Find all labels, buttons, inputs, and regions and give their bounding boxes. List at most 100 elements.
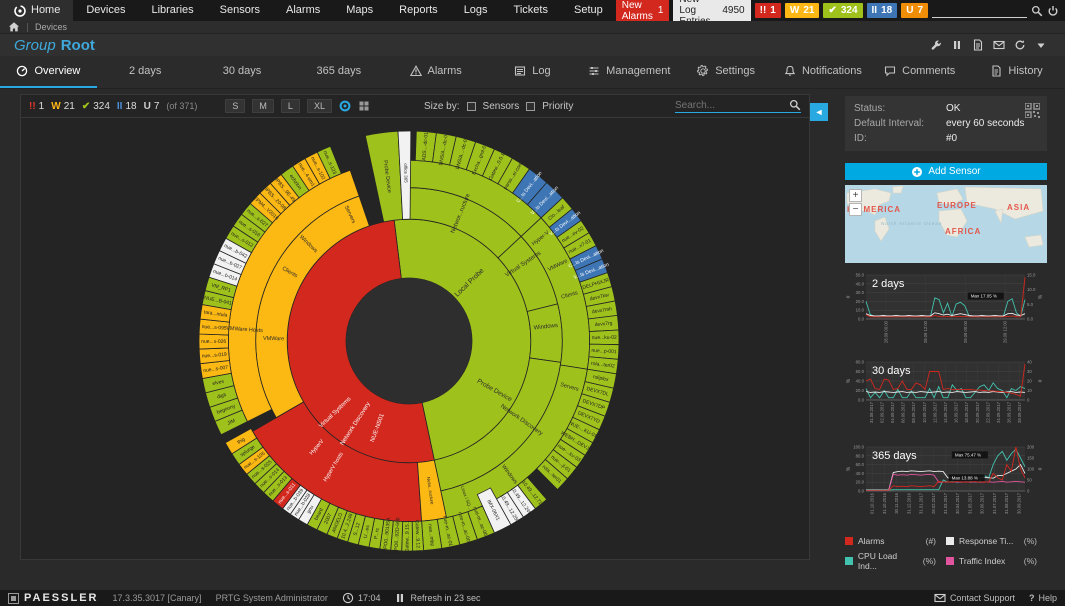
map-zoom-in-button[interactable]: +	[849, 189, 862, 202]
sunburst-center[interactable]	[346, 278, 472, 404]
tree-search-icon[interactable]	[789, 99, 801, 111]
svg-text:%: %	[846, 466, 852, 471]
sidebar-toggle-button[interactable]: ◄	[810, 103, 828, 121]
status-panel: Status:OK Default Interval:every 60 seco…	[845, 96, 1047, 151]
badge-up[interactable]: ✔ 324	[823, 3, 862, 18]
svg-text:#: #	[1038, 379, 1044, 382]
logout-icon[interactable]	[1047, 5, 1059, 17]
svg-text:31.05.2017: 31.05.2017	[967, 492, 972, 514]
breadcrumb-devices[interactable]: Devices	[35, 22, 67, 32]
tab-comments[interactable]: Comments	[871, 56, 968, 88]
graph-2-days[interactable]: 50.040.030.020.010.00.015.010.05.00.028.…	[845, 269, 1047, 350]
global-search-input[interactable]	[932, 4, 1027, 18]
tab-overview[interactable]: Overview	[0, 56, 97, 88]
tab-365-days[interactable]: 365 days	[290, 56, 387, 88]
svg-text:0.0: 0.0	[1027, 317, 1034, 322]
badge-down[interactable]: !! 1	[755, 3, 781, 18]
nav-logs[interactable]: Logs	[451, 0, 501, 21]
version-text: 17.3.35.3017 [Canary]	[112, 593, 201, 603]
report-icon[interactable]	[972, 39, 984, 51]
count-unusual[interactable]: U7	[144, 101, 160, 112]
tab-management[interactable]: Management	[581, 56, 678, 88]
count-down[interactable]: !!1	[29, 101, 44, 112]
sunburst-chart[interactable]: ADS...-dc-01DNS/A...-dc-01DNS/A...-dc-02…	[21, 119, 809, 557]
sunburst-view-icon[interactable]	[339, 100, 351, 112]
size-s-button[interactable]: S	[225, 99, 245, 113]
map-label-ocean: North Atlantic Ocean	[881, 221, 942, 226]
priority-checkbox[interactable]	[526, 102, 535, 111]
wrench-icon[interactable]	[930, 39, 942, 51]
size-xl-button[interactable]: XL	[307, 99, 332, 113]
sensors-checkbox[interactable]	[467, 102, 476, 111]
size-m-button[interactable]: M	[252, 99, 274, 113]
svg-text:40.0: 40.0	[856, 471, 865, 476]
sunburst-label: nue...ku-02	[592, 335, 617, 341]
paessler-brand[interactable]: PAESSLER	[8, 592, 98, 604]
sliders-icon	[588, 65, 600, 77]
tab-30-days[interactable]: 30 days	[194, 56, 291, 88]
nav-setup[interactable]: Setup	[561, 0, 616, 21]
sensors-checkbox-label: Sensors	[483, 101, 520, 112]
count-up[interactable]: ✔324	[82, 101, 110, 112]
svg-text:5.0: 5.0	[1027, 302, 1034, 307]
tab-history[interactable]: History	[968, 56, 1065, 88]
help-link[interactable]: ? Help	[1029, 593, 1057, 603]
search-icon[interactable]	[1031, 5, 1043, 17]
badge-paused[interactable]: II 18	[867, 3, 898, 18]
email-icon[interactable]	[993, 39, 1005, 51]
prtg-logo-icon	[13, 4, 26, 17]
tab-notifications[interactable]: Notifications	[775, 56, 872, 88]
graph-legend: Alarms (#) Response Ti... (%) CPU Load I…	[845, 536, 1047, 571]
sunburst-label: office 365	[403, 163, 408, 183]
contact-support-link[interactable]: Contact Support	[934, 592, 1015, 604]
count-warning[interactable]: W21	[51, 101, 75, 112]
svg-text:#: #	[846, 295, 852, 298]
size-l-button[interactable]: L	[281, 99, 300, 113]
refresh-icon[interactable]	[1014, 39, 1026, 51]
check-icon: ✔	[828, 5, 836, 16]
nav-sensors[interactable]: Sensors	[207, 0, 273, 21]
sunburst-segment[interactable]	[527, 304, 562, 362]
svg-text:0.0: 0.0	[858, 489, 865, 494]
legend-traffic-index: Traffic Index (%)	[946, 551, 1047, 571]
tab-log[interactable]: Log	[484, 56, 581, 88]
pause-icon[interactable]	[951, 39, 963, 51]
nav-devices[interactable]: Devices	[73, 0, 138, 21]
bell-icon	[784, 65, 796, 77]
top-navigation: Home Devices Libraries Sensors Alarms Ma…	[0, 0, 1065, 21]
qr-code-icon[interactable]	[1025, 103, 1040, 118]
svg-text:31.08.2017: 31.08.2017	[1004, 492, 1009, 514]
new-log-count: 4950	[722, 5, 744, 16]
nav-maps[interactable]: Maps	[333, 0, 386, 21]
paessler-logo-icon	[8, 593, 19, 604]
chevron-down-icon[interactable]	[1035, 39, 1047, 51]
grid-view-icon[interactable]	[358, 100, 370, 112]
tab-settings[interactable]: Settings	[678, 56, 775, 88]
svg-text:80.0: 80.0	[856, 360, 865, 365]
tree-search-input[interactable]	[675, 100, 785, 111]
map-label-europe: EUROPE	[937, 201, 977, 210]
nav-libraries[interactable]: Libraries	[138, 0, 206, 21]
graph-365-days[interactable]: 100.080.060.040.020.00.020015010050001.1…	[845, 441, 1047, 534]
interval-value: every 60 seconds	[946, 118, 1024, 129]
map-zoom-out-button[interactable]: −	[849, 203, 862, 216]
svg-text:16.09.2017: 16.09.2017	[954, 401, 959, 423]
graph-30-days[interactable]: 80.060.040.020.00.040302010031.08.201702…	[845, 356, 1047, 435]
nav-home[interactable]: Home	[0, 0, 73, 21]
nav-reports[interactable]: Reports	[386, 0, 451, 21]
tab-2-days[interactable]: 2 days	[97, 56, 194, 88]
legend-alarms: Alarms (#)	[845, 536, 946, 546]
badge-unusual[interactable]: U 7	[901, 3, 928, 18]
badge-warning[interactable]: W 21	[785, 3, 820, 18]
add-sensor-button[interactable]: Add Sensor	[845, 163, 1047, 180]
nav-alarms[interactable]: Alarms	[273, 0, 333, 21]
nav-tickets[interactable]: Tickets	[501, 0, 561, 21]
home-icon[interactable]	[8, 21, 20, 33]
new-alarms-chip[interactable]: New Alarms 1	[616, 0, 670, 24]
tab-alarms[interactable]: Alarms	[387, 56, 484, 88]
refresh-countdown[interactable]: Refresh in 23 sec	[394, 592, 480, 604]
count-paused[interactable]: II18	[117, 101, 137, 112]
svg-text:200: 200	[1027, 445, 1035, 450]
svg-text:28.02.2017: 28.02.2017	[931, 492, 936, 514]
geo-map[interactable]: + − H AMERICA EUROPE ASIA AFRICA North A…	[845, 185, 1047, 263]
